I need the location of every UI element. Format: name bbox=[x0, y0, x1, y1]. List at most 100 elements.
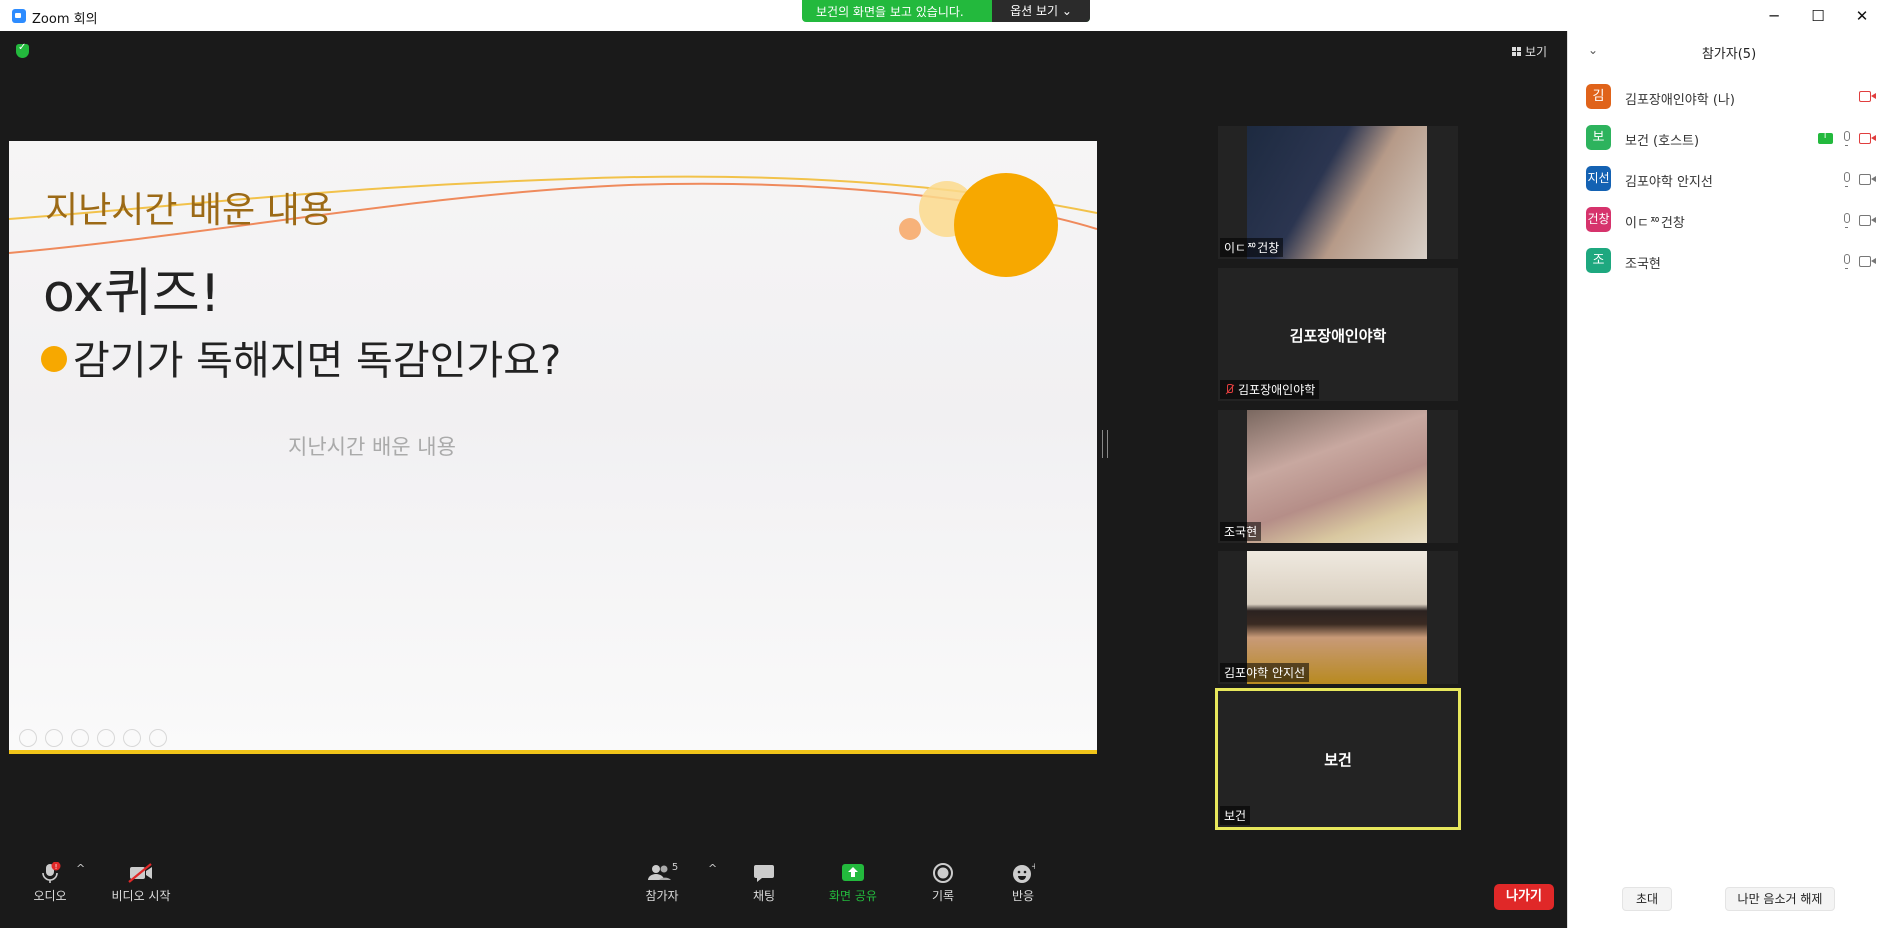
avatar: 조 bbox=[1586, 248, 1611, 273]
slide-heading: ox퀴즈! bbox=[43, 264, 221, 324]
maximize-icon[interactable]: ☐ bbox=[1796, 4, 1840, 28]
avatar: 김 bbox=[1586, 84, 1611, 109]
avatar: 건창 bbox=[1586, 207, 1611, 232]
video-camera-icon bbox=[1859, 255, 1876, 267]
tile-center-name: 보건 bbox=[1324, 751, 1352, 769]
microphone-icon: ! bbox=[28, 861, 72, 884]
view-button[interactable]: 보기 bbox=[1512, 43, 1547, 60]
chat-label: 채팅 bbox=[752, 889, 776, 903]
video-tile[interactable]: 조국현 bbox=[1218, 410, 1458, 543]
video-camera-icon bbox=[1859, 173, 1876, 185]
video-camera-icon bbox=[1859, 214, 1876, 226]
share-status-banner: 보건의 화면을 보고 있습니다. 옵션 보기 ⌄ bbox=[802, 0, 1090, 22]
security-shield-icon[interactable] bbox=[16, 42, 29, 58]
participant-row[interactable]: 김 김포장애인야학 (나) bbox=[1586, 84, 1876, 114]
minimize-icon[interactable]: ─ bbox=[1752, 4, 1796, 28]
audio-label: 오디오 bbox=[33, 889, 67, 903]
chat-button[interactable]: 채팅 bbox=[746, 862, 782, 904]
participant-row[interactable]: 지선 김포야학 안지선 bbox=[1586, 166, 1876, 196]
share-screen-label: 화면 공유 bbox=[829, 889, 877, 903]
share-status-text: 보건의 화면을 보고 있습니다. bbox=[816, 5, 964, 19]
tile-name: 김포야학 안지선 bbox=[1220, 663, 1310, 682]
view-options-label: 옵션 보기 bbox=[1010, 4, 1059, 18]
participant-video bbox=[1247, 410, 1427, 543]
zoom-app-icon bbox=[12, 9, 26, 23]
participant-name: 김포장애인야학 (나) bbox=[1625, 93, 1735, 108]
tile-name-label: 김포장애인야학 bbox=[1220, 380, 1320, 399]
participants-panel-title: 참가자(5) bbox=[1701, 47, 1757, 62]
participant-status-icons bbox=[1833, 253, 1876, 269]
participant-name: 김포야학 안지선 bbox=[1625, 175, 1713, 190]
slide-nav-toolbar bbox=[19, 729, 175, 751]
start-video-label: 비디오 시작 bbox=[111, 889, 171, 903]
avatar: 보 bbox=[1586, 125, 1611, 150]
record-label: 기록 bbox=[931, 889, 955, 903]
grid-view-icon bbox=[1512, 47, 1521, 56]
slide-bullet-text: 감기가 독해지면 독감인가요? bbox=[73, 338, 562, 384]
slide-footer: 지난시간 배운 내용 bbox=[288, 435, 456, 459]
split-view-handle[interactable] bbox=[1102, 430, 1108, 458]
view-options-button[interactable]: 옵션 보기 ⌄ bbox=[992, 0, 1090, 22]
participant-name: 조국현 bbox=[1625, 257, 1661, 272]
video-off-icon bbox=[1859, 90, 1876, 102]
participants-panel: ⌄ 참가자(5) 김 김포장애인야학 (나) 보 보건 (호스트) 지선 김포야… bbox=[1567, 31, 1889, 928]
svg-text:+: + bbox=[1031, 862, 1035, 872]
participants-count: 5 bbox=[672, 862, 678, 873]
slides-icon[interactable] bbox=[97, 729, 115, 747]
pen-icon[interactable] bbox=[71, 729, 89, 747]
video-tile[interactable]: 김포야학 안지선 bbox=[1218, 551, 1458, 684]
participants-label: 참가자 bbox=[645, 889, 679, 903]
participant-row[interactable]: 건창 이ㄷᅍ건창 bbox=[1586, 207, 1876, 237]
participant-status-icons bbox=[1851, 89, 1876, 105]
participant-name: 이ㄷᅍ건창 bbox=[1625, 216, 1685, 231]
meeting-toolbar: ! 오디오 ^ 비디오 시작 5 참가자 ^ 채팅 화면 공유 기록 + 반응 … bbox=[0, 842, 1567, 928]
reactions-label: 반응 bbox=[1011, 889, 1035, 903]
video-off-icon bbox=[1859, 132, 1876, 144]
tile-center-name: 김포장애인야학 bbox=[1289, 327, 1387, 345]
active-speaker-tile[interactable]: 보건 보건 bbox=[1215, 688, 1461, 830]
participant-name: 보건 (호스트) bbox=[1625, 134, 1700, 149]
record-button[interactable]: 기록 bbox=[928, 862, 958, 904]
video-tile[interactable]: 이ㄷᅍ건창 bbox=[1218, 126, 1458, 259]
microphone-icon bbox=[1841, 212, 1851, 228]
chat-icon bbox=[746, 862, 782, 884]
slide-bottom-line bbox=[9, 750, 1097, 754]
tile-name: 조국현 bbox=[1220, 522, 1262, 541]
view-button-label: 보기 bbox=[1525, 45, 1548, 59]
reactions-button[interactable]: + 반응 bbox=[1008, 862, 1039, 904]
screen-sharing-icon bbox=[1818, 130, 1833, 144]
share-screen-icon bbox=[824, 862, 882, 884]
next-slide-icon[interactable] bbox=[45, 729, 63, 747]
close-icon[interactable]: ✕ bbox=[1840, 4, 1884, 28]
video-off-icon bbox=[108, 862, 174, 884]
prev-slide-icon[interactable] bbox=[19, 729, 37, 747]
shared-screen-slide: 지난시간 배운 내용 ox퀴즈! 감기가 독해지면 독감인가요? 지난시간 배운… bbox=[9, 141, 1097, 754]
microphone-icon bbox=[1841, 253, 1851, 269]
invite-button[interactable]: 초대 bbox=[1622, 887, 1672, 911]
share-screen-button[interactable]: 화면 공유 bbox=[824, 862, 882, 904]
slide-title: 지난시간 배운 내용 bbox=[45, 190, 333, 231]
more-icon[interactable] bbox=[149, 729, 167, 747]
muted-mic-icon bbox=[1224, 384, 1234, 396]
start-video-button[interactable]: 비디오 시작 bbox=[108, 862, 174, 904]
microphone-icon bbox=[1841, 171, 1851, 187]
leave-meeting-button[interactable]: 나가기 bbox=[1494, 884, 1554, 910]
zoom-icon[interactable] bbox=[123, 729, 141, 747]
participant-row[interactable]: 보 보건 (호스트) bbox=[1586, 125, 1876, 155]
participant-status-icons bbox=[1810, 130, 1876, 146]
participants-button[interactable]: 5 참가자 bbox=[640, 862, 684, 904]
reactions-icon: + bbox=[1008, 862, 1039, 884]
bullet-dot-icon bbox=[41, 346, 67, 372]
participants-options-caret-icon[interactable]: ^ bbox=[708, 862, 717, 875]
participant-status-icons bbox=[1833, 212, 1876, 228]
record-icon bbox=[928, 862, 958, 884]
microphone-icon bbox=[1841, 130, 1851, 146]
video-tile[interactable]: 김포장애인야학 김포장애인야학 bbox=[1218, 268, 1458, 401]
unmute-myself-button[interactable]: 나만 음소거 해제 bbox=[1725, 887, 1835, 911]
svg-text:!: ! bbox=[55, 863, 58, 871]
audio-options-caret-icon[interactable]: ^ bbox=[76, 862, 85, 875]
participant-row[interactable]: 조 조국현 bbox=[1586, 248, 1876, 278]
avatar: 지선 bbox=[1586, 166, 1611, 191]
audio-button[interactable]: ! 오디오 bbox=[28, 861, 72, 904]
participant-status-icons bbox=[1833, 171, 1876, 187]
